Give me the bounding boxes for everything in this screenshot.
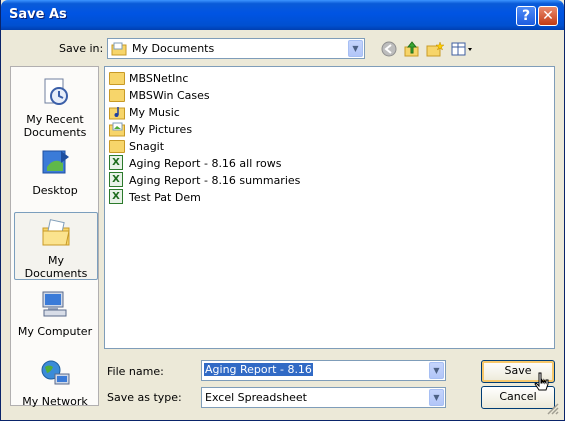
place-label: My Computer [17,325,93,338]
save-in-value: My Documents [132,42,215,55]
excel-file-icon: X [109,189,125,205]
save-as-dialog: Save As ? ✕ Save in: My Documents ▼ My R… [0,0,565,421]
file-name-label: File name: [107,365,164,378]
help-button[interactable]: ? [516,6,536,26]
dialog-title: Save As [9,7,67,22]
new-folder-icon[interactable] [426,40,444,58]
chevron-down-icon[interactable]: ▼ [429,389,444,406]
folder-icon [109,70,125,86]
pictures-folder-icon [109,122,125,137]
save-in-label: Save in: [59,42,104,55]
save-as-type-value: Excel Spreadsheet [205,391,307,404]
close-button[interactable]: ✕ [538,6,558,26]
excel-file-icon: X [109,172,125,188]
my-computer-icon [42,291,67,317]
chevron-down-icon[interactable]: ▼ [429,362,444,379]
folder-icon [109,138,125,154]
save-as-type-dropdown[interactable]: Excel Spreadsheet ▼ [201,387,446,408]
place-label: Desktop [32,184,78,197]
up-folder-icon[interactable] [403,40,421,58]
file-name: MBSWin Cases [129,89,210,102]
file-name: Test Pat Dem [129,191,201,204]
save-in-dropdown[interactable]: My Documents ▼ [107,38,365,59]
file-name: Aging Report - 8.16 summaries [129,174,301,187]
file-name: MBSNetInc [129,72,189,85]
views-menu-icon[interactable] [450,40,474,58]
place-desktop[interactable]: Desktop [13,145,97,197]
title-bar[interactable]: Save As ? ✕ [1,0,564,30]
file-name-field[interactable]: Aging Report - 8.16 ▼ [201,360,446,381]
file-list[interactable]: MBSNetInc MBSWin Cases My Music My Pictu… [104,66,555,349]
place-my-recent-documents[interactable]: My Recent Documents [13,74,97,139]
file-name: Aging Report - 8.16 all rows [129,157,282,170]
place-my-network[interactable]: My Network [13,356,97,408]
desktop-icon [42,150,69,174]
place-label: My Documents [24,254,88,280]
file-name: Snagit [129,140,165,153]
file-name: My Pictures [129,123,193,136]
my-network-icon [41,360,70,385]
place-my-documents[interactable]: My Documents [14,212,98,280]
chevron-down-icon[interactable]: ▼ [348,40,363,57]
place-my-computer[interactable]: My Computer [13,286,97,338]
place-label: My Recent Documents [23,113,87,139]
file-name-value: Aging Report - 8.16 [204,363,313,376]
file-name: My Music [129,106,180,119]
resize-grip-icon[interactable] [546,402,560,416]
recent-documents-icon [44,78,68,105]
my-documents-folder-icon [111,42,127,56]
mouse-cursor-icon [534,372,549,391]
my-documents-icon [42,219,70,246]
back-icon[interactable] [380,40,398,58]
folder-icon [109,87,125,103]
music-folder-icon [109,107,125,120]
place-label: My Network [22,395,88,408]
save-as-type-label: Save as type: [107,391,182,404]
excel-file-icon: X [109,155,125,171]
